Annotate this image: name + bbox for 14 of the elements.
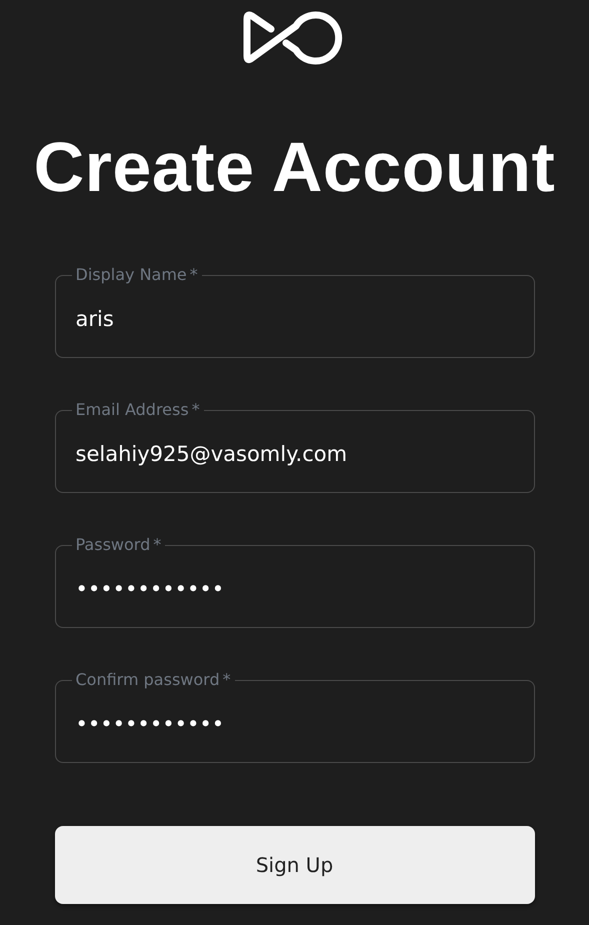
field-label: Display Name * xyxy=(76,265,198,284)
page-title: Create Account xyxy=(34,127,556,208)
field-value: selahiy925@vasomly.com xyxy=(76,441,348,468)
field-value: •••••••••••• xyxy=(76,576,226,603)
field-value: •••••••••••• xyxy=(76,711,226,738)
input-field[interactable]: Password * •••••••••••• xyxy=(54,536,534,628)
input-field[interactable]: Confirm password * •••••••••••• xyxy=(54,671,534,763)
input-field[interactable]: Email Address * selahiy925@vasomly.com xyxy=(54,401,534,493)
input-field[interactable]: Display Name * aris xyxy=(54,266,534,358)
field-label: Confirm password * xyxy=(76,670,231,689)
field-value: aris xyxy=(76,306,115,333)
field-label: Password * xyxy=(76,535,162,554)
field-label: Email Address * xyxy=(76,400,200,419)
sign-up-button[interactable]: Sign Up xyxy=(54,826,534,904)
